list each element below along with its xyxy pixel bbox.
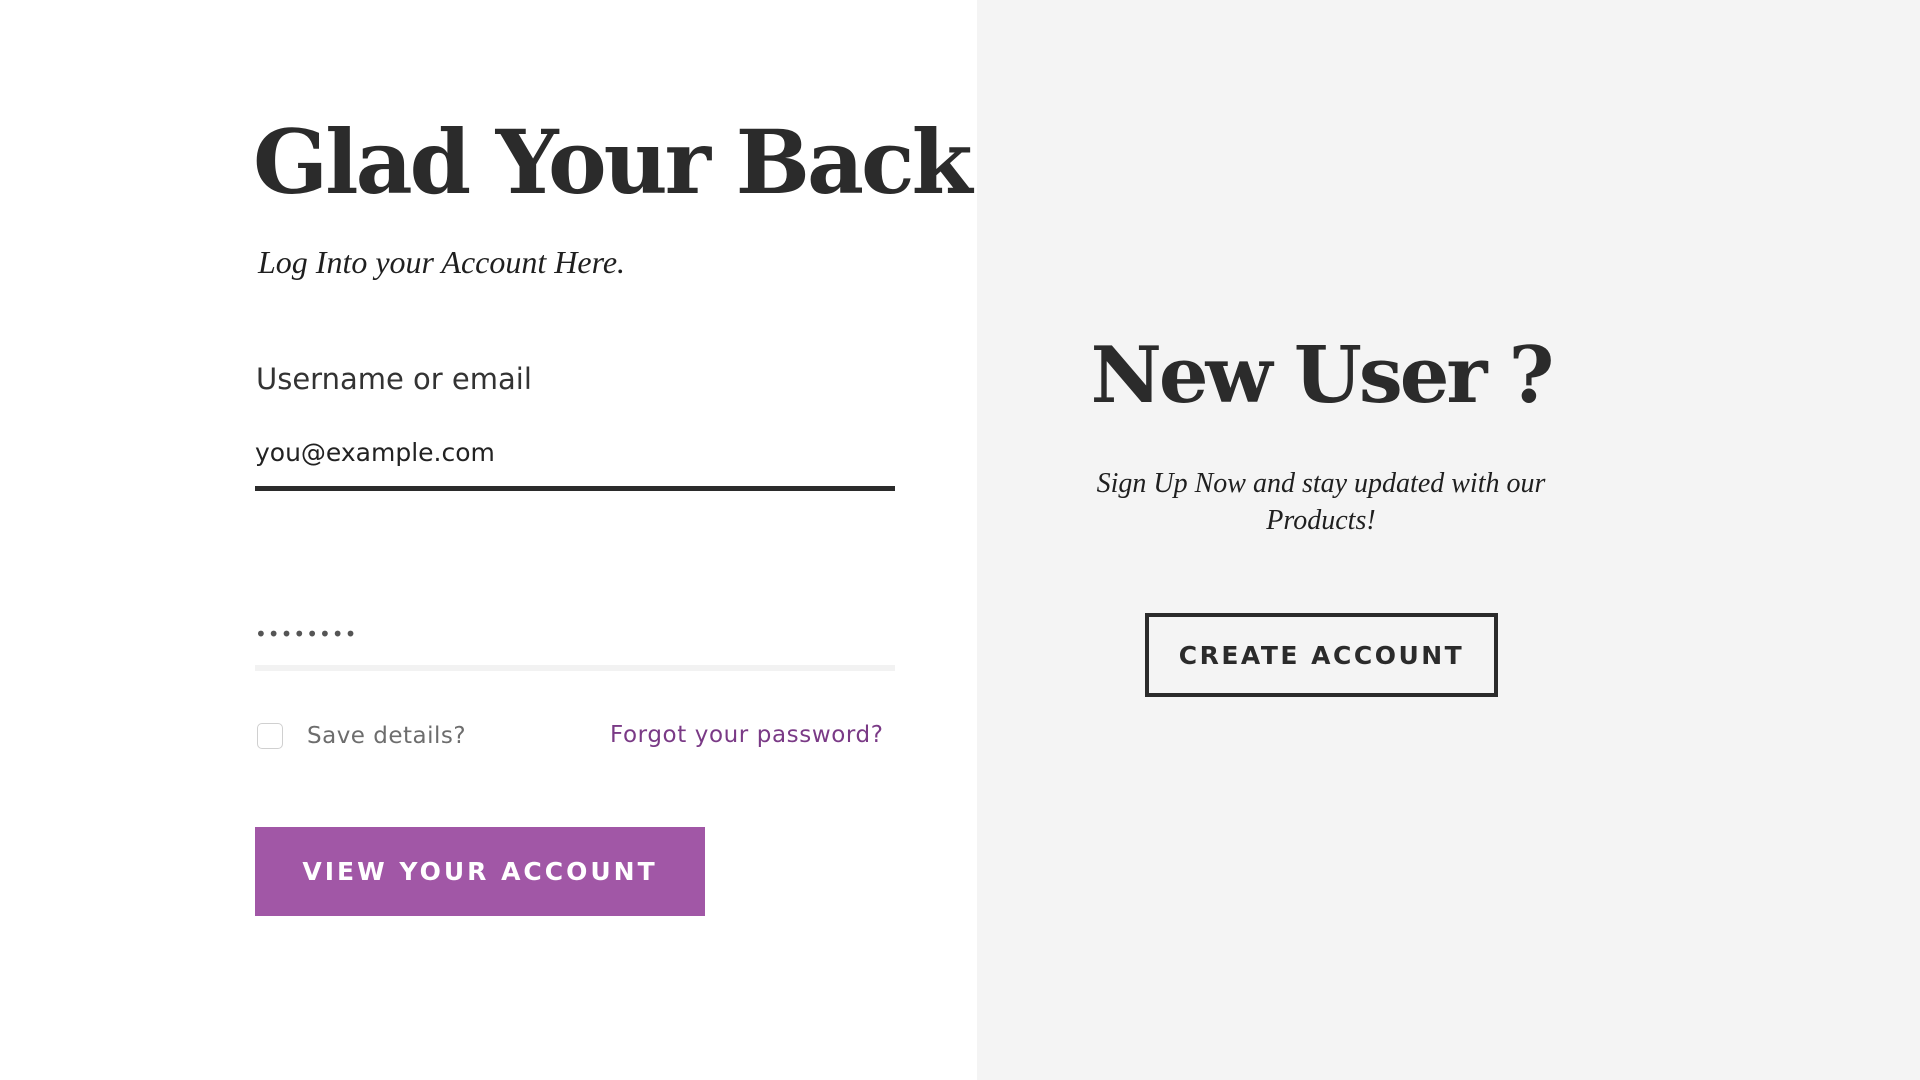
username-underline: [255, 486, 895, 491]
signup-title: New User ?: [1090, 330, 1555, 421]
save-details-label[interactable]: Save details?: [307, 723, 466, 749]
signup-text: Sign Up Now and stay updated with our Pr…: [1096, 468, 1546, 536]
username-input[interactable]: [255, 432, 895, 472]
login-panel: Glad Your Back! Log Into your Account He…: [0, 0, 1008, 1080]
create-account-button[interactable]: CREATE ACCOUNT: [1145, 613, 1498, 697]
signup-panel: [977, 0, 1920, 1080]
username-label: Username or email: [256, 362, 532, 396]
view-account-button[interactable]: VIEW YOUR ACCOUNT: [255, 827, 705, 916]
forgot-password-link[interactable]: Forgot your password?: [610, 722, 884, 748]
save-details-checkbox[interactable]: [257, 723, 283, 749]
save-details-row[interactable]: Save details?: [257, 721, 466, 751]
password-underline: [255, 665, 895, 671]
login-title: Glad Your Back!: [253, 110, 1008, 214]
login-subtitle: Log Into your Account Here.: [258, 244, 626, 280]
password-input[interactable]: [255, 616, 895, 652]
